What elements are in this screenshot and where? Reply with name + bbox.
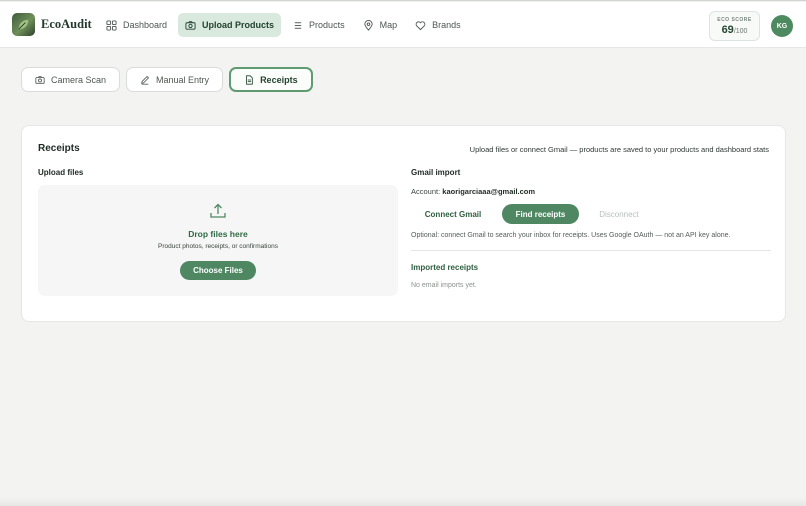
choose-files-button[interactable]: Choose Files [180, 261, 256, 280]
grid-icon [106, 19, 117, 31]
nav-item-brands[interactable]: Brands [408, 13, 468, 37]
map-pin-icon [363, 19, 373, 31]
brand-name: EcoAudit [41, 17, 92, 31]
file-drop-zone[interactable]: Drop files here Product photos, receipts… [38, 185, 398, 296]
eco-score-suffix: /100 [733, 28, 748, 35]
receipts-card: Receipts Upload files or connect Gmail —… [21, 125, 786, 322]
gmail-import-label: Gmail import [411, 168, 461, 177]
tab-label: Camera Scan [51, 74, 107, 85]
eco-score-value: 69/100 [710, 24, 759, 38]
nav-label: Dashboard [123, 20, 168, 30]
tab-label: Receipts [260, 74, 298, 85]
nav-label: Map [379, 20, 398, 30]
top-navigation-bar: EcoAudit Dashboard Upload Products Produ… [0, 2, 806, 48]
user-avatar[interactable]: KG [771, 15, 793, 37]
window-bottom-edge [0, 497, 806, 506]
app-page: EcoAudit Dashboard Upload Products Produ… [0, 0, 806, 506]
pencil-icon [141, 75, 150, 85]
disconnect-button[interactable]: Disconnect [584, 204, 654, 224]
divider [411, 250, 771, 251]
drop-subtitle: Product photos, receipts, or confirmatio… [158, 243, 278, 250]
camera-icon [35, 75, 45, 84]
upload-icon [210, 203, 226, 218]
nav-item-map[interactable]: Map [356, 13, 405, 37]
imported-receipts-title: Imported receipts [411, 263, 479, 272]
gmail-account: Account: kaorigarciaaa@gmail.com [411, 187, 535, 196]
eco-score-label: ECO SCORE [717, 17, 752, 23]
nav-item-upload-products[interactable]: Upload Products [178, 13, 282, 37]
account-email: kaorigarciaaa@gmail.com [442, 187, 536, 196]
nav-label: Upload Products [202, 20, 275, 30]
nav-item-products[interactable]: Products [285, 13, 352, 37]
gmail-actions: Connect Gmail Find receipts Disconnect [411, 204, 654, 224]
leaf-logo-icon [12, 13, 35, 36]
nav-label: Products [309, 20, 345, 30]
account-label: Account: [411, 187, 441, 196]
eco-score-badge: ECO SCORE 69/100 [709, 11, 760, 41]
manual-entry-tab[interactable]: Manual Entry [126, 67, 224, 92]
drop-title: Drop files here [188, 229, 248, 239]
eco-score-number: 69 [721, 24, 734, 36]
imported-receipts-empty: No email imports yet. [411, 282, 477, 289]
find-receipts-button[interactable]: Find receipts [502, 204, 579, 224]
nav-label: Brands [432, 20, 461, 30]
document-icon [246, 74, 253, 85]
upload-files-label: Upload files [38, 168, 84, 177]
nav-item-dashboard[interactable]: Dashboard [99, 13, 174, 37]
receipts-tab[interactable]: Receipts [229, 67, 313, 92]
camera-icon [185, 20, 196, 30]
brand-logo[interactable]: EcoAudit [12, 13, 92, 36]
card-description: Upload files or connect Gmail — products… [469, 145, 769, 154]
connect-gmail-button[interactable]: Connect Gmail [411, 204, 495, 224]
upload-mode-tabs: Camera Scan Manual Entry Receipts [21, 67, 313, 92]
tab-label: Manual Entry [156, 74, 210, 85]
heart-icon [415, 20, 426, 30]
list-icon [294, 21, 302, 29]
card-title: Receipts [38, 143, 80, 154]
oauth-note: Optional: connect Gmail to search your i… [411, 232, 731, 239]
camera-scan-tab[interactable]: Camera Scan [21, 67, 121, 92]
main-nav: Dashboard Upload Products Products Map B… [99, 13, 468, 37]
